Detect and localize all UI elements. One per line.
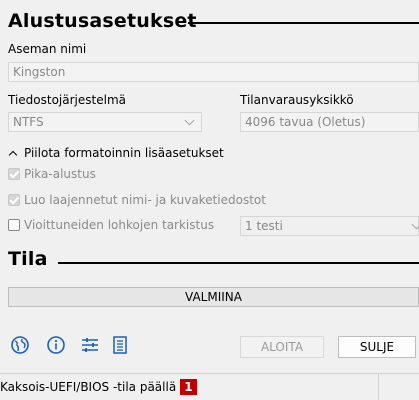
globe-icon xyxy=(11,336,29,354)
log-button[interactable] xyxy=(110,335,130,355)
bad-blocks-passes-dropdown[interactable]: 1 testi xyxy=(240,216,419,236)
section-divider xyxy=(58,262,419,264)
about-button[interactable] xyxy=(46,335,66,355)
cluster-size-caption: Tilanvarausyksikkö xyxy=(240,93,354,107)
status-title: Tila xyxy=(8,248,48,270)
status-progress-bar: VALMIINA xyxy=(8,287,419,307)
close-button[interactable]: SULJE xyxy=(338,336,416,358)
chevron-down-icon xyxy=(411,219,419,230)
volume-label-caption: Aseman nimi xyxy=(8,42,87,56)
file-system-caption: Tiedostojärjestelmä xyxy=(8,93,126,107)
statusbar-text: Kaksois-UEFI/BIOS -tila päällä xyxy=(0,380,177,394)
quick-format-option[interactable]: Pika-alustus xyxy=(8,167,96,181)
chevron-up-icon xyxy=(8,150,18,159)
device-count-badge: 1 xyxy=(180,379,197,395)
format-options-rule-wrap xyxy=(0,10,419,34)
hide-advanced-label: Piilota formatoinnin lisäasetukset xyxy=(24,146,224,160)
start-button[interactable]: ALOITA xyxy=(240,336,324,358)
log-icon xyxy=(113,336,127,354)
bad-blocks-checkbox[interactable] xyxy=(8,219,20,231)
status-heading: Tila xyxy=(8,248,48,270)
quick-format-checkbox[interactable] xyxy=(8,168,20,180)
volume-label-input[interactable]: Kingston xyxy=(8,62,419,82)
status-text: VALMIINA xyxy=(185,290,242,304)
extended-labels-option[interactable]: Luo laajennetut nimi- ja kuvaketiedostot xyxy=(8,193,266,207)
extended-labels-label: Luo laajennetut nimi- ja kuvaketiedostot xyxy=(24,193,266,207)
language-button[interactable] xyxy=(10,335,30,355)
cluster-size-value: 4096 tavua (Oletus) xyxy=(245,115,366,129)
status-bar: Kaksois-UEFI/BIOS -tila päällä 1 xyxy=(0,373,419,400)
statusbar-divider xyxy=(378,374,379,400)
bad-blocks-label: Vioittuneiden lohkojen tarkistus xyxy=(24,218,215,232)
quick-format-label: Pika-alustus xyxy=(24,167,96,181)
info-icon xyxy=(47,336,65,354)
extended-labels-checkbox[interactable] xyxy=(8,194,20,206)
chevron-down-icon xyxy=(184,115,195,126)
settings-button[interactable] xyxy=(80,335,100,355)
file-system-dropdown[interactable]: NTFS xyxy=(8,112,202,132)
section-divider xyxy=(188,22,419,24)
settings-sliders-icon xyxy=(82,338,98,352)
cluster-size-dropdown[interactable]: 4096 tavua (Oletus) xyxy=(240,112,419,132)
file-system-value: NTFS xyxy=(13,115,44,129)
hide-advanced-toggle[interactable]: Piilota formatoinnin lisäasetukset xyxy=(8,146,224,160)
bad-blocks-passes-value: 1 testi xyxy=(245,219,283,233)
bad-blocks-option[interactable]: Vioittuneiden lohkojen tarkistus xyxy=(8,218,214,232)
